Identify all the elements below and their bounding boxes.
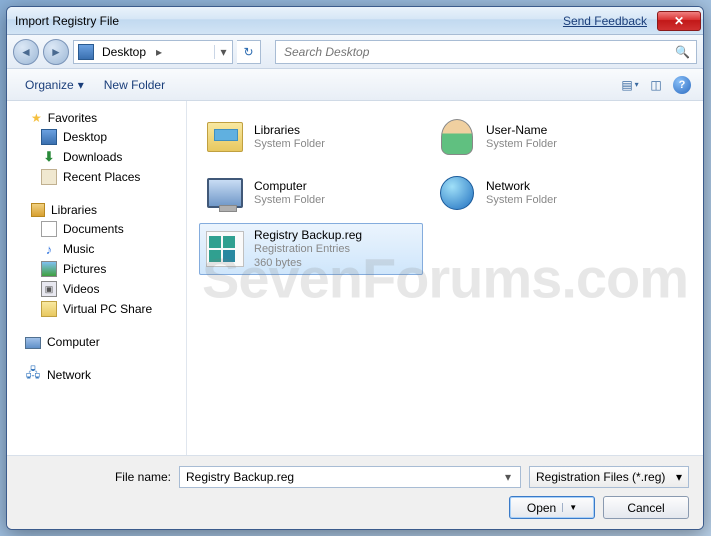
file-list[interactable]: LibrariesSystem Folder User-NameSystem F… — [187, 101, 703, 455]
refresh-button[interactable]: ↻ — [237, 40, 261, 64]
document-icon — [41, 221, 57, 237]
item-computer[interactable]: ComputerSystem Folder — [199, 167, 423, 219]
preview-pane-button[interactable]: ◫ — [645, 74, 667, 96]
breadcrumb-location[interactable]: Desktop — [98, 45, 150, 59]
toolbar: Organize ▾ New Folder ▤▾ ◫ ? — [7, 69, 703, 101]
search-box[interactable]: 🔍 — [275, 40, 697, 64]
send-feedback-link[interactable]: Send Feedback — [563, 14, 647, 28]
close-button[interactable]: ✕ — [657, 11, 701, 31]
sidebar-item-virtual-pc-share[interactable]: Virtual PC Share — [7, 299, 186, 319]
chevron-down-icon: ▾ — [676, 470, 682, 484]
network-icon: 🖧 — [25, 367, 41, 383]
sidebar-group-favorites[interactable]: ★ Favorites — [7, 109, 186, 127]
forward-button[interactable]: ► — [43, 39, 69, 65]
desktop-icon — [78, 44, 94, 60]
sidebar-item-music[interactable]: ♪Music — [7, 239, 186, 259]
recent-icon — [41, 169, 57, 185]
pane-icon: ◫ — [650, 78, 661, 92]
search-icon[interactable]: 🔍 — [675, 45, 690, 59]
arrow-left-icon: ◄ — [20, 45, 32, 59]
download-icon: ⬇ — [41, 149, 57, 165]
sidebar-group-network[interactable]: 🖧 Network — [7, 365, 186, 385]
chevron-down-icon: ▾ — [635, 80, 639, 89]
star-icon: ★ — [31, 111, 42, 125]
sidebar-item-recent-places[interactable]: Recent Places — [7, 167, 186, 187]
filename-label: File name: — [21, 470, 171, 484]
address-bar[interactable]: Desktop ▸ ▾ — [73, 40, 233, 64]
split-chevron-icon: ▼ — [562, 503, 577, 512]
titlebar: Import Registry File Send Feedback ✕ — [7, 7, 703, 35]
navigation-pane: ★ Favorites Desktop ⬇Downloads Recent Pl… — [7, 101, 187, 455]
address-dropdown[interactable]: ▾ — [214, 45, 232, 59]
pictures-icon — [41, 261, 57, 277]
item-network[interactable]: NetworkSystem Folder — [431, 167, 655, 219]
open-button[interactable]: Open ▼ — [509, 496, 595, 519]
chevron-down-icon: ▾ — [78, 78, 84, 92]
organize-button[interactable]: Organize ▾ — [17, 75, 92, 95]
window-title: Import Registry File — [15, 14, 119, 28]
help-icon: ? — [673, 76, 691, 94]
chevron-right-icon[interactable]: ▸ — [150, 45, 168, 59]
back-button[interactable]: ◄ — [13, 39, 39, 65]
help-button[interactable]: ? — [671, 74, 693, 96]
view-icon: ▤ — [621, 78, 632, 92]
close-icon: ✕ — [674, 14, 684, 28]
new-folder-button[interactable]: New Folder — [96, 75, 173, 95]
filename-combobox[interactable]: ▾ — [179, 466, 521, 488]
refresh-icon: ↻ — [243, 45, 253, 59]
desktop-icon — [41, 129, 57, 145]
libraries-icon — [31, 203, 45, 217]
filename-input[interactable] — [184, 469, 500, 485]
chevron-down-icon[interactable]: ▾ — [500, 470, 516, 484]
libraries-icon — [207, 122, 243, 152]
sidebar-item-documents[interactable]: Documents — [7, 219, 186, 239]
footer: File name: ▾ Registration Files (*.reg) … — [7, 455, 703, 529]
music-icon: ♪ — [41, 241, 57, 257]
item-libraries[interactable]: LibrariesSystem Folder — [199, 111, 423, 163]
computer-icon — [25, 337, 41, 349]
sidebar-item-downloads[interactable]: ⬇Downloads — [7, 147, 186, 167]
sidebar-item-desktop[interactable]: Desktop — [7, 127, 186, 147]
reg-file-icon — [206, 231, 244, 267]
item-user-name[interactable]: User-NameSystem Folder — [431, 111, 655, 163]
cancel-button[interactable]: Cancel — [603, 496, 689, 519]
sidebar-group-libraries[interactable]: Libraries — [7, 201, 186, 219]
file-type-filter[interactable]: Registration Files (*.reg) ▾ — [529, 466, 689, 488]
folder-icon — [41, 301, 57, 317]
sidebar-item-pictures[interactable]: Pictures — [7, 259, 186, 279]
videos-icon: ▣ — [41, 281, 57, 297]
sidebar-item-videos[interactable]: ▣Videos — [7, 279, 186, 299]
dialog-window: Import Registry File Send Feedback ✕ ◄ ►… — [6, 6, 704, 530]
item-registry-backup[interactable]: Registry Backup.regRegistration Entries3… — [199, 223, 423, 275]
user-icon — [441, 119, 473, 155]
arrow-right-icon: ► — [50, 45, 62, 59]
search-input[interactable] — [282, 44, 675, 60]
view-options-button[interactable]: ▤▾ — [619, 74, 641, 96]
sidebar-group-computer[interactable]: Computer — [7, 333, 186, 351]
computer-icon — [207, 178, 243, 208]
network-icon — [440, 176, 474, 210]
nav-bar: ◄ ► Desktop ▸ ▾ ↻ 🔍 — [7, 35, 703, 69]
